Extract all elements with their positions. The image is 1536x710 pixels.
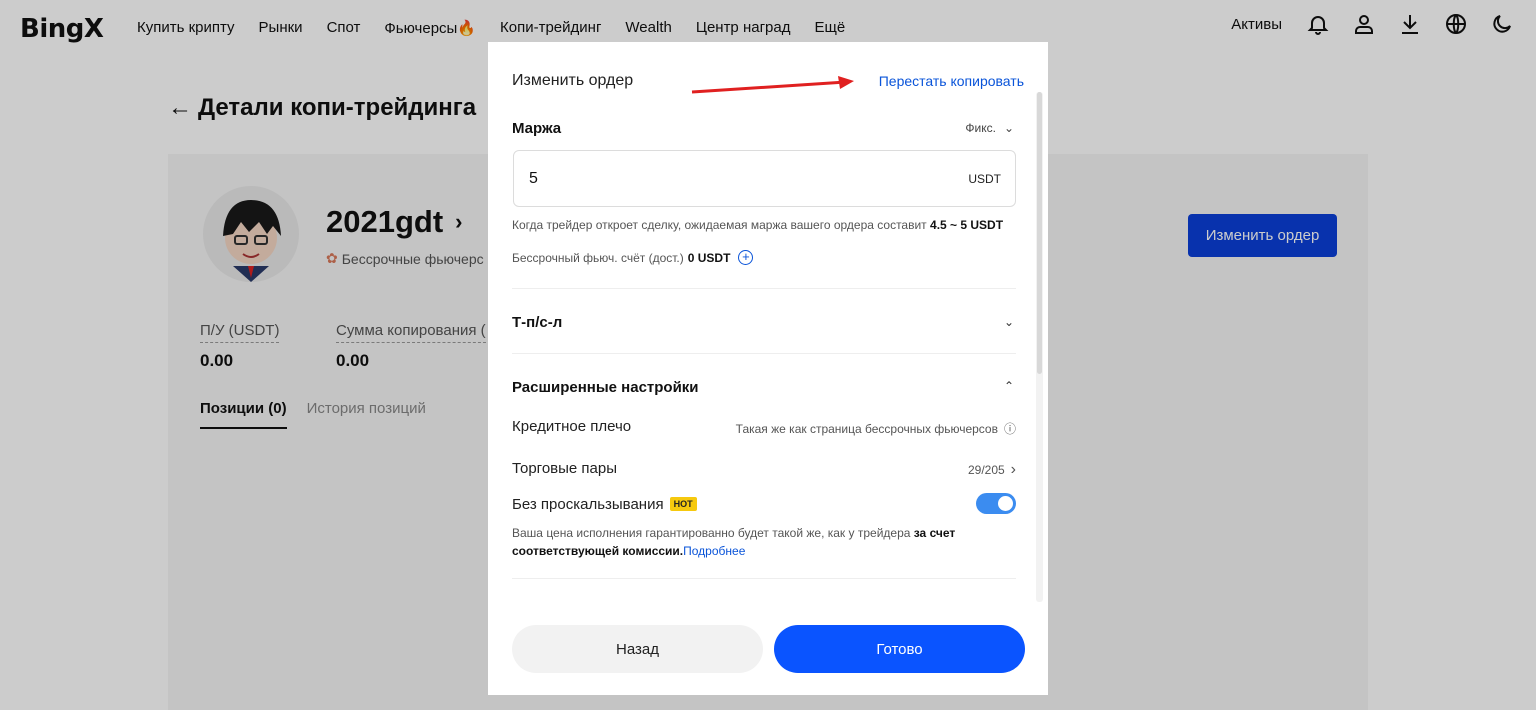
balance-label: Бессрочный фьюч. счёт (дост.) (512, 250, 684, 265)
back-button[interactable]: Назад (512, 625, 763, 673)
trading-pairs-count: 29/205 (967, 463, 1005, 477)
trading-pairs-label: Торговые пары (512, 460, 618, 477)
advanced-settings-label[interactable]: Расширенные настройки (512, 379, 699, 396)
no-slippage-toggle[interactable] (976, 493, 1016, 514)
chevron-right-icon: › (1010, 461, 1016, 478)
no-slippage-row: Без проскальзывания HOT (512, 496, 697, 513)
margin-hint-text: Когда трейдер откроет сделку, ожидаемая … (512, 218, 931, 232)
leverage-value-text: Такая же как страница бессрочных фьючерс… (735, 421, 998, 436)
edit-order-modal: Изменить ордер Перестать копировать Марж… (488, 42, 1048, 695)
no-slippage-description: Ваша цена исполнения гарантированно буде… (512, 524, 1002, 560)
margin-mode-select[interactable]: Фикс. ⌄ (965, 121, 1014, 135)
margin-hint-value: 4.5 ~ 5 USDT (930, 218, 1004, 232)
margin-input[interactable]: 5 USDT (513, 150, 1016, 207)
chevron-down-icon: ⌄ (1003, 121, 1014, 135)
margin-hint: Когда трейдер откроет сделку, ожидаемая … (512, 218, 1012, 233)
done-button[interactable]: Готово (774, 625, 1025, 673)
margin-input-value[interactable]: 5 (529, 170, 538, 188)
divider (512, 288, 1016, 289)
leverage-label: Кредитное плечо (512, 418, 632, 435)
trading-pairs-value[interactable]: 29/205 › (968, 461, 1016, 479)
margin-input-unit: USDT (968, 172, 1001, 186)
stop-copying-link[interactable]: Перестать копировать (879, 73, 1024, 89)
plus-circle-icon[interactable]: + (738, 250, 754, 265)
no-slippage-label: Без проскальзывания (512, 496, 664, 513)
leverage-value: Такая же как страница бессрочных фьючерс… (736, 420, 1016, 437)
learn-more-link[interactable]: Подробнее (683, 544, 745, 558)
chevron-down-icon[interactable]: ⌄ (1004, 315, 1014, 329)
balance-row: Бессрочный фьюч. счёт (дост.) 0 USDT + (512, 250, 754, 265)
modal-title: Изменить ордер (512, 72, 634, 89)
info-icon[interactable]: ⓘ (1004, 420, 1016, 437)
tpsl-label[interactable]: Т-п/с-л (512, 314, 562, 331)
margin-mode-value: Фикс. (965, 121, 996, 135)
annotation-arrow (691, 76, 854, 94)
toggle-knob (998, 496, 1013, 511)
balance-value: 0 USDT (687, 250, 731, 265)
divider (512, 353, 1016, 354)
scrollbar-thumb[interactable] (1037, 92, 1042, 374)
hot-badge: HOT (669, 497, 697, 511)
no-slippage-desc-text: Ваша цена исполнения гарантированно буде… (512, 526, 914, 540)
divider (512, 578, 1016, 579)
margin-label: Маржа (512, 120, 562, 137)
chevron-up-icon[interactable]: ⌃ (1004, 379, 1014, 393)
